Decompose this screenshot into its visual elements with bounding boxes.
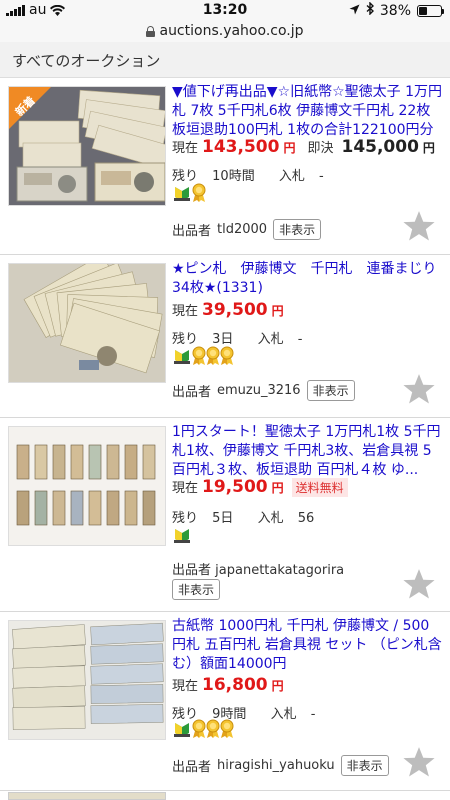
item-title-link[interactable]: 1円スタート！聖徳太子 1万円札1枚 5千円札1枚、伊藤博文 千円札3枚、岩倉具… (172, 423, 442, 480)
battery-percent: 38% (379, 2, 411, 19)
bid-count: - (319, 169, 324, 184)
gold-medal-icon (206, 346, 220, 365)
item-thumbnail[interactable]: 新着 (8, 86, 166, 206)
seller-row: 出品者 hiragishi_yahuoku 非表示 (172, 755, 389, 776)
seller-id[interactable]: japanettakatagorira (215, 563, 344, 578)
meta-row: 残り 10時間 入札 - (172, 165, 344, 184)
gold-medal-icon (220, 719, 234, 738)
beginner-icon (174, 187, 190, 201)
remaining-time: 3日 (212, 332, 234, 347)
yen-label: 円 (271, 304, 284, 318)
current-price: 143,500 (202, 137, 280, 157)
location-icon (349, 3, 360, 19)
badges (172, 183, 206, 203)
list-item[interactable]: ★ピン札 伊藤博文 千円札 連番まじり 34枚★(1331) 現在 39,500… (0, 256, 450, 418)
seller-label: 出品者 (172, 760, 212, 775)
yen-label: 円 (271, 679, 284, 693)
buy-now-label: 即決 (307, 141, 334, 156)
current-label: 現在 (172, 304, 199, 319)
lock-icon (146, 25, 156, 37)
gold-medal-icon (206, 719, 220, 738)
seller-label: 出品者 (172, 385, 212, 400)
status-bar: au 13:20 38% (0, 0, 450, 20)
current-label: 現在 (172, 141, 199, 156)
badges (172, 719, 234, 739)
price-row: 現在 16,800 円 (172, 675, 284, 695)
watchlist-star-icon[interactable] (402, 567, 436, 601)
current-label: 現在 (172, 481, 199, 496)
hide-button[interactable]: 非表示 (340, 755, 389, 776)
item-title-link[interactable]: ★ピン札 伊藤博文 千円札 連番まじり 34枚★(1331) (172, 260, 442, 298)
price-row: 現在 39,500 円 (172, 300, 284, 320)
seller-label: 出品者 (172, 563, 212, 578)
gold-medal-icon (192, 183, 206, 202)
meta-row: 残り 5日 入札 56 (172, 507, 334, 526)
price-row: 現在 143,500 円 即決 145,000 円 (172, 137, 435, 157)
hide-button[interactable]: 非表示 (273, 219, 322, 240)
item-title-link[interactable]: ▼値下げ再出品▼☆旧紙幣☆聖徳太子 1万円札 7枚 5千円札6枚 伊藤博文千円札… (172, 83, 442, 140)
section-title: すべてのオークション (0, 42, 450, 78)
seller-label: 出品者 (172, 224, 212, 239)
remaining-time: 10時間 (212, 169, 255, 184)
beginner-icon (174, 723, 190, 737)
seller-row: 出品者 tld2000 非表示 (172, 219, 322, 240)
bid-count: 56 (297, 511, 315, 526)
item-thumbnail[interactable] (8, 426, 166, 546)
current-price: 16,800 (202, 675, 268, 695)
bid-count: - (310, 707, 316, 722)
url-text: auctions.yahoo.co.jp (159, 23, 304, 39)
remaining-label: 残り (172, 169, 199, 184)
seller-id[interactable]: tld2000 (217, 222, 267, 237)
badges (172, 525, 192, 545)
meta-row: 残り 3日 入札 - (172, 328, 322, 347)
remaining-label: 残り (172, 511, 199, 526)
remaining-label: 残り (172, 332, 199, 347)
bids-label: 入札 (278, 169, 305, 184)
bids-label: 入札 (257, 511, 284, 526)
seller-id[interactable]: emuzu_3216 (217, 383, 301, 398)
hide-button[interactable]: 非表示 (306, 380, 355, 401)
beginner-icon (174, 529, 190, 543)
badges (172, 346, 234, 366)
gold-medal-icon (220, 346, 234, 365)
item-thumbnail[interactable] (8, 620, 166, 740)
buy-now-price: 145,000 (341, 137, 419, 157)
list-item[interactable]: 新着 ▼値下げ再出品▼☆旧紙幣☆聖徳太子 1万円札 7枚 5千円札6枚 伊藤博文… (0, 79, 450, 255)
watchlist-star-icon[interactable] (402, 372, 436, 406)
seller-row: 出品者 japanettakatagorira (172, 559, 344, 578)
yen-label: 円 (271, 481, 284, 495)
price-row: 現在 19,500 円 送料無料 (172, 477, 348, 497)
gold-medal-icon (192, 719, 206, 738)
hide-button[interactable]: 非表示 (172, 579, 221, 600)
seller-row: 出品者 emuzu_3216 非表示 (172, 380, 355, 401)
bids-label: 入札 (270, 707, 297, 722)
yen-label: 円 (422, 141, 435, 155)
battery-icon (417, 4, 444, 17)
item-thumbnail[interactable] (8, 263, 166, 383)
current-label: 現在 (172, 679, 199, 694)
next-item-thumbnail (8, 792, 166, 800)
seller-id[interactable]: hiragishi_yahuoku (217, 758, 335, 773)
beginner-icon (174, 350, 190, 364)
list-item[interactable]: 1円スタート！聖徳太子 1万円札1枚 5千円札1枚、伊藤博文 千円札3枚、岩倉具… (0, 419, 450, 612)
bluetooth-icon (366, 1, 374, 19)
watchlist-star-icon[interactable] (402, 745, 436, 779)
item-title-link[interactable]: 古紙幣 1000円札 千円札 伊藤博文 / 500円札 五百円札 岩倉具視 セッ… (172, 617, 442, 674)
watchlist-star-icon[interactable] (402, 209, 436, 243)
gold-medal-icon (192, 346, 206, 365)
url-bar[interactable]: auctions.yahoo.co.jp (0, 20, 450, 42)
remaining-time: 5日 (212, 511, 234, 526)
free-shipping-badge: 送料無料 (291, 478, 348, 497)
bid-count: - (297, 332, 303, 347)
current-price: 19,500 (202, 477, 268, 497)
current-price: 39,500 (202, 300, 268, 320)
yen-label: 円 (283, 141, 296, 155)
bids-label: 入札 (257, 332, 284, 347)
list-item[interactable]: 古紙幣 1000円札 千円札 伊藤博文 / 500円札 五百円札 岩倉具視 セッ… (0, 613, 450, 791)
